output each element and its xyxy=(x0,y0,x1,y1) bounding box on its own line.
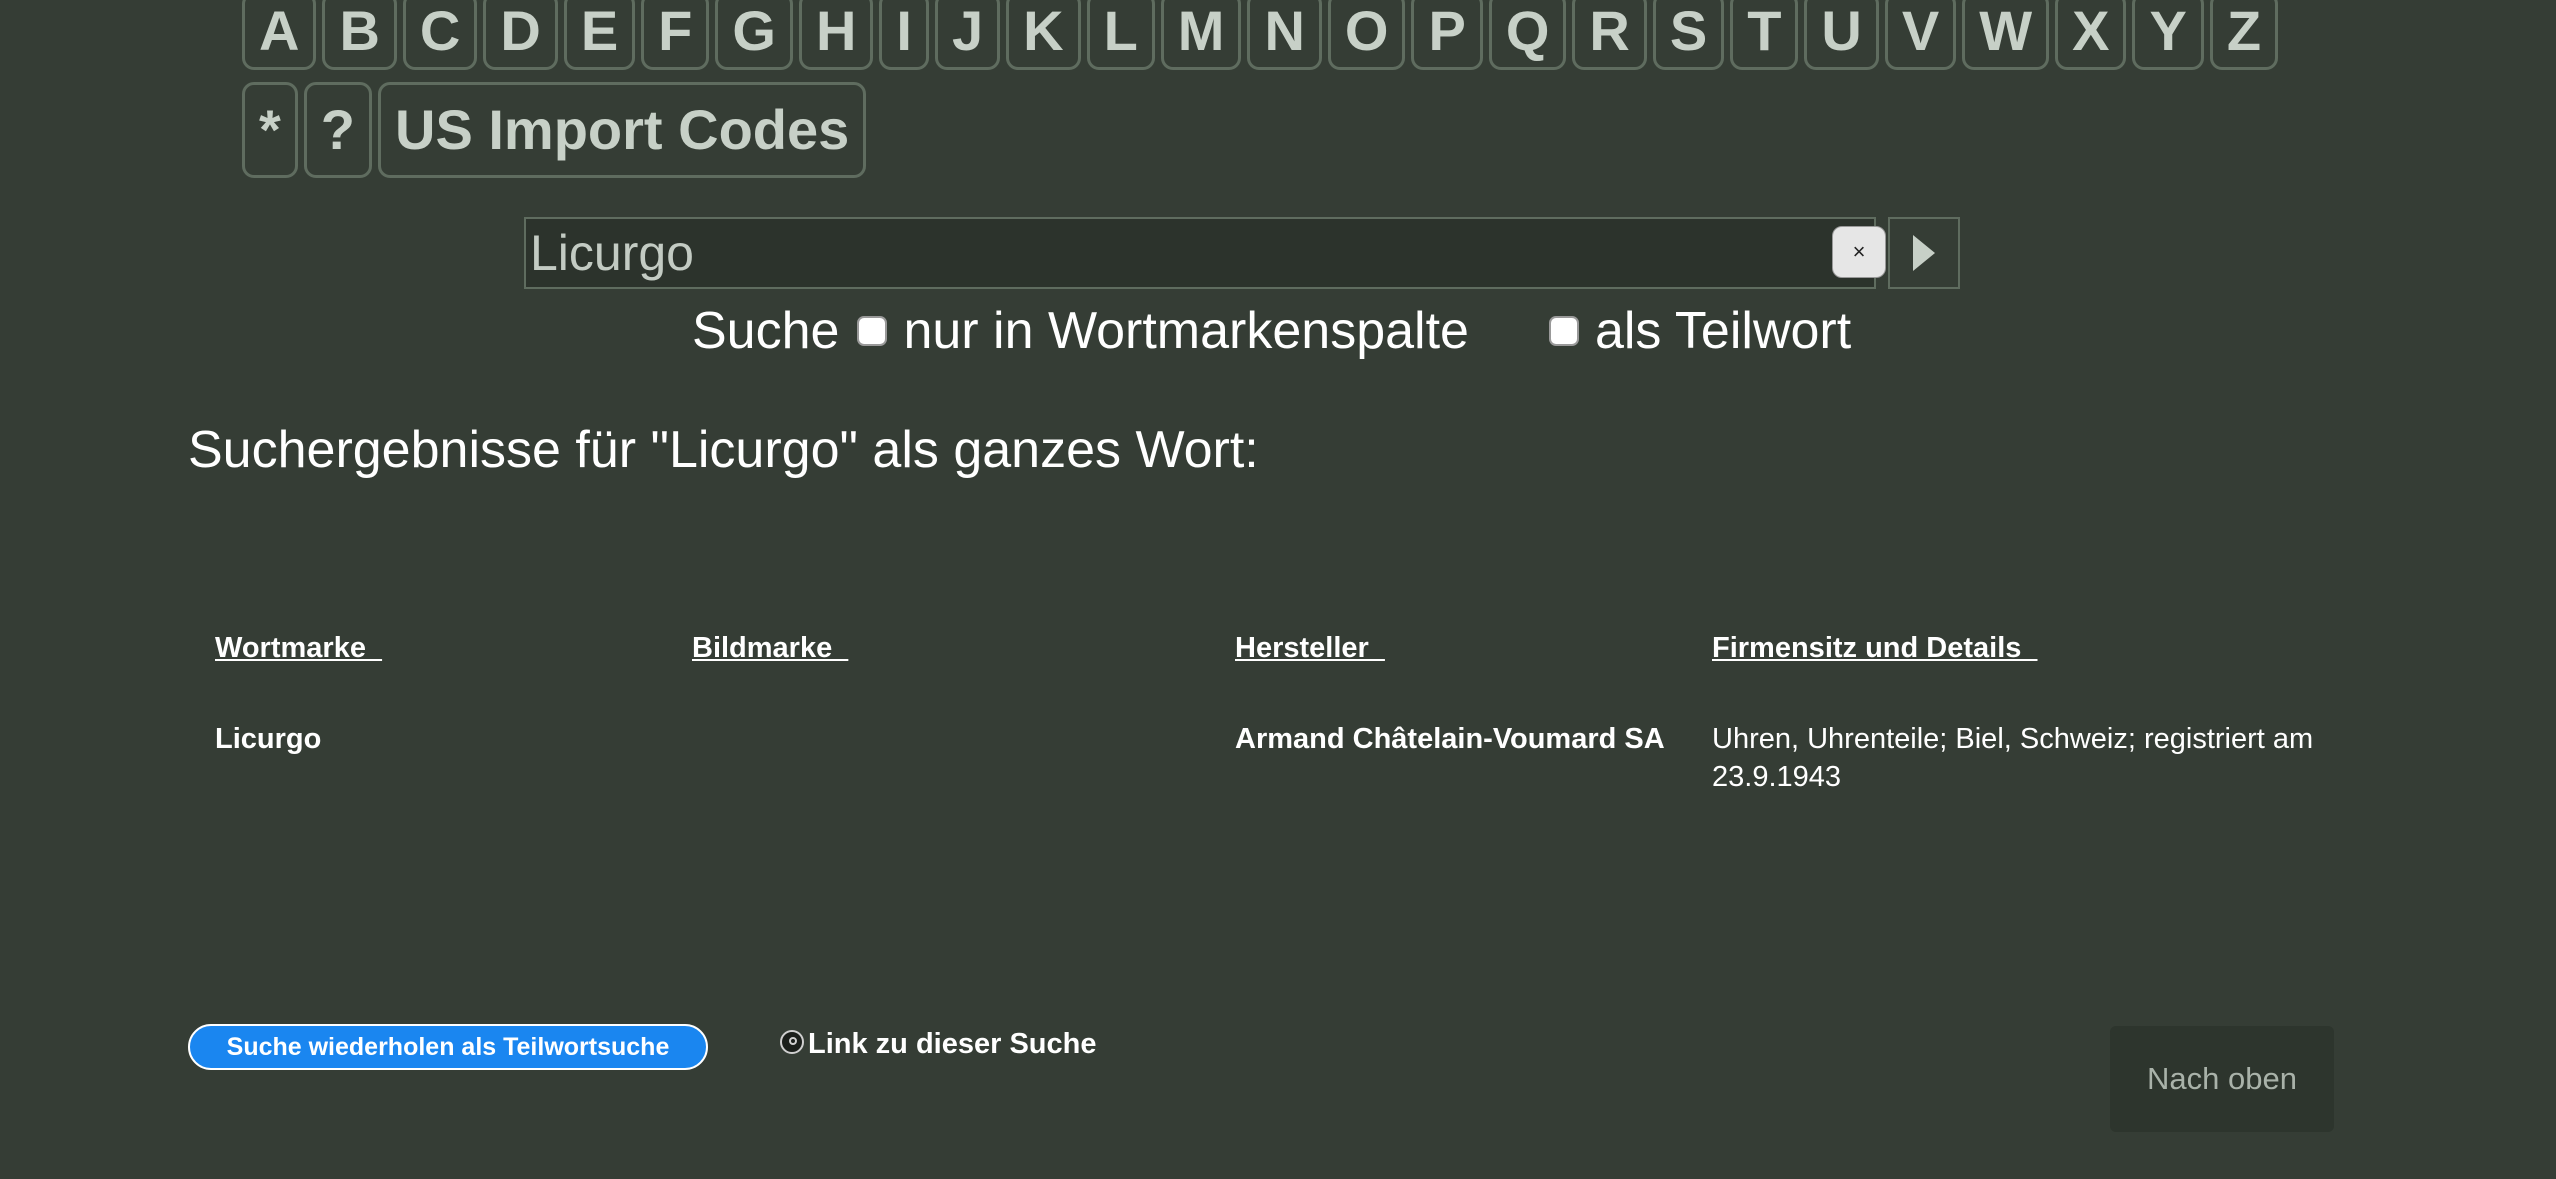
letter-key-j[interactable]: J xyxy=(934,0,1001,70)
letter-key-m[interactable]: M xyxy=(1160,0,1242,70)
link-to-search[interactable]: Link zu dieser Suche xyxy=(780,1028,1096,1061)
letter-key-l[interactable]: L xyxy=(1086,0,1155,70)
partial-word-label: als Teilwort xyxy=(1594,302,1852,360)
letter-key-s[interactable]: S xyxy=(1652,0,1725,70)
link-to-search-label: Link zu dieser Suche xyxy=(808,1028,1097,1060)
letter-key-i[interactable]: I xyxy=(879,0,929,70)
us-import-codes-button[interactable]: US Import Codes xyxy=(378,82,867,178)
letter-key-y[interactable]: Y xyxy=(2132,0,2204,70)
letter-key-t[interactable]: T xyxy=(1730,0,1799,70)
letter-navigation: A B C D E F G H I J K L M N O P Q R S T … xyxy=(242,0,2279,70)
letter-key-d[interactable]: D xyxy=(483,0,558,70)
letter-key-z[interactable]: Z xyxy=(2209,0,2279,70)
back-to-top-button[interactable]: Nach oben xyxy=(2110,1026,2334,1132)
letter-key-g[interactable]: G xyxy=(715,0,793,70)
search-submit-button[interactable] xyxy=(1888,217,1960,289)
letter-key-h[interactable]: H xyxy=(798,0,874,70)
extra-navigation: * ? US Import Codes xyxy=(242,82,867,178)
letter-key-b[interactable]: B xyxy=(322,0,397,70)
results-heading: Suchergebnisse für "Licurgo" als ganzes … xyxy=(188,421,1259,479)
only-wordmark-checkbox[interactable] xyxy=(857,316,888,346)
letter-key-r[interactable]: R xyxy=(1572,0,1647,70)
letter-key-c[interactable]: C xyxy=(402,0,478,70)
star-key[interactable]: * xyxy=(242,82,298,178)
letter-key-o[interactable]: O xyxy=(1327,0,1406,70)
letter-key-q[interactable]: Q xyxy=(1488,0,1567,70)
column-header-bildmarke[interactable]: Bildmarke xyxy=(692,632,848,665)
letter-key-e[interactable]: E xyxy=(563,0,636,70)
letter-key-u[interactable]: U xyxy=(1804,0,1879,70)
cell-wortmarke: Licurgo xyxy=(215,723,322,755)
letter-key-w[interactable]: W xyxy=(1962,0,2050,70)
letter-key-p[interactable]: P xyxy=(1411,0,1483,70)
letter-key-k[interactable]: K xyxy=(1006,0,1081,70)
question-key[interactable]: ? xyxy=(303,82,373,178)
letter-key-a[interactable]: A xyxy=(242,0,317,70)
cell-hersteller: Armand Châtelain-Voumard SA xyxy=(1235,723,1665,755)
search-options-label: Suche xyxy=(692,302,840,360)
column-header-wortmarke[interactable]: Wortmarke xyxy=(215,632,382,665)
letter-key-x[interactable]: X xyxy=(2055,0,2127,70)
search-options: Suche nur in Wortmarkenspalte als Teilwo… xyxy=(692,296,1851,366)
play-arrow-icon xyxy=(1913,235,1935,271)
clear-search-button[interactable]: × xyxy=(1832,226,1886,278)
only-wordmark-label: nur in Wortmarkenspalte xyxy=(903,302,1469,360)
letter-key-f[interactable]: F xyxy=(641,0,710,70)
search-input[interactable] xyxy=(526,219,1826,287)
link-icon xyxy=(780,1029,804,1054)
letter-key-v[interactable]: V xyxy=(1884,0,1957,70)
repeat-partial-search-button[interactable]: Suche wiederholen als Teilwortsuche xyxy=(188,1024,708,1070)
partial-word-checkbox[interactable] xyxy=(1548,316,1579,346)
column-header-hersteller[interactable]: Hersteller xyxy=(1235,632,1385,665)
search-box xyxy=(524,217,1876,289)
close-icon: × xyxy=(1852,239,1866,264)
cell-firmensitz: Uhren, Uhrenteile; Biel, Schweiz; regist… xyxy=(1712,723,2314,793)
letter-key-n[interactable]: N xyxy=(1247,0,1322,70)
column-header-firmensitz[interactable]: Firmensitz und Details xyxy=(1712,632,2038,665)
